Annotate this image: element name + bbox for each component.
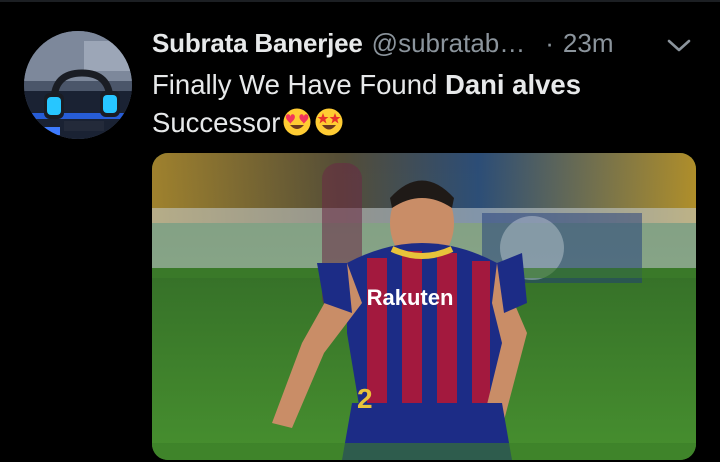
separator-dot: · <box>545 28 554 58</box>
author-handle[interactable]: @subratab… <box>372 28 526 59</box>
star-struck-emoji-icon <box>314 107 344 137</box>
heart-eyes-emoji-icon <box>282 107 312 137</box>
tweet-text: Finally We Have Found Dani alves Success… <box>152 66 692 142</box>
tweet[interactable]: Subrata Banerjee @subratab… · 23m Finall… <box>0 0 720 462</box>
author-name[interactable]: Subrata Banerjee <box>152 28 363 59</box>
tweet-header: Subrata Banerjee @subratab… · 23m <box>152 28 692 64</box>
jersey-sponsor-text: Rakuten <box>367 285 454 310</box>
tweet-text-part1: Finally We Have Found <box>152 69 445 100</box>
jersey-number-text: 2 <box>357 383 373 414</box>
timestamp[interactable]: 23m <box>563 28 614 59</box>
tweet-media-image[interactable]: Rakuten 2 <box>152 153 696 460</box>
chevron-down-icon[interactable] <box>665 36 693 56</box>
avatar[interactable] <box>24 31 132 139</box>
tweet-text-part2: Successor <box>152 107 281 138</box>
tweet-text-bold: Dani alves <box>444 69 582 100</box>
